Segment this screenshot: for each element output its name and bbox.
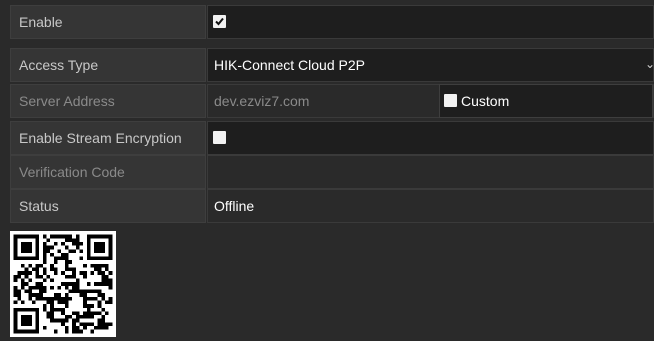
qr-code-icon [10, 231, 116, 337]
server-address-label: Server Address [10, 84, 206, 118]
server-address-value: dev.ezviz7.com [214, 93, 310, 109]
enable-label: Enable [10, 5, 206, 39]
platform-access-panel: Enable Access Type HIK-Connect Cloud P2P… [0, 0, 654, 341]
stream-encryption-row: Enable Stream Encryption [10, 121, 654, 155]
enable-row: Enable [10, 5, 654, 39]
custom-checkbox[interactable] [444, 94, 457, 107]
access-type-row: Access Type HIK-Connect Cloud P2P ⌄ [10, 48, 654, 82]
checkmark-icon [215, 17, 224, 26]
stream-encryption-field [207, 121, 654, 155]
server-address-row: Server Address dev.ezviz7.com Custom [10, 84, 654, 118]
enable-field [207, 5, 654, 39]
status-row: Status Offline [10, 189, 654, 223]
verification-code-input[interactable] [207, 155, 654, 189]
stream-encryption-label: Enable Stream Encryption [10, 121, 206, 155]
access-type-select[interactable]: HIK-Connect Cloud P2P ⌄ [207, 48, 654, 82]
access-type-value: HIK-Connect Cloud P2P [214, 57, 365, 73]
server-address-field: dev.ezviz7.com Custom [207, 84, 654, 118]
access-type-label: Access Type [10, 48, 206, 82]
custom-option: Custom [439, 84, 653, 118]
custom-label: Custom [461, 93, 510, 109]
verification-code-label: Verification Code [10, 155, 206, 189]
chevron-down-icon: ⌄ [644, 57, 654, 71]
enable-checkbox[interactable] [213, 15, 226, 28]
stream-encryption-checkbox[interactable] [213, 131, 226, 144]
status-field: Offline [207, 189, 654, 223]
status-value: Offline [214, 198, 255, 214]
verification-code-row: Verification Code [10, 155, 654, 189]
status-label: Status [10, 189, 206, 223]
